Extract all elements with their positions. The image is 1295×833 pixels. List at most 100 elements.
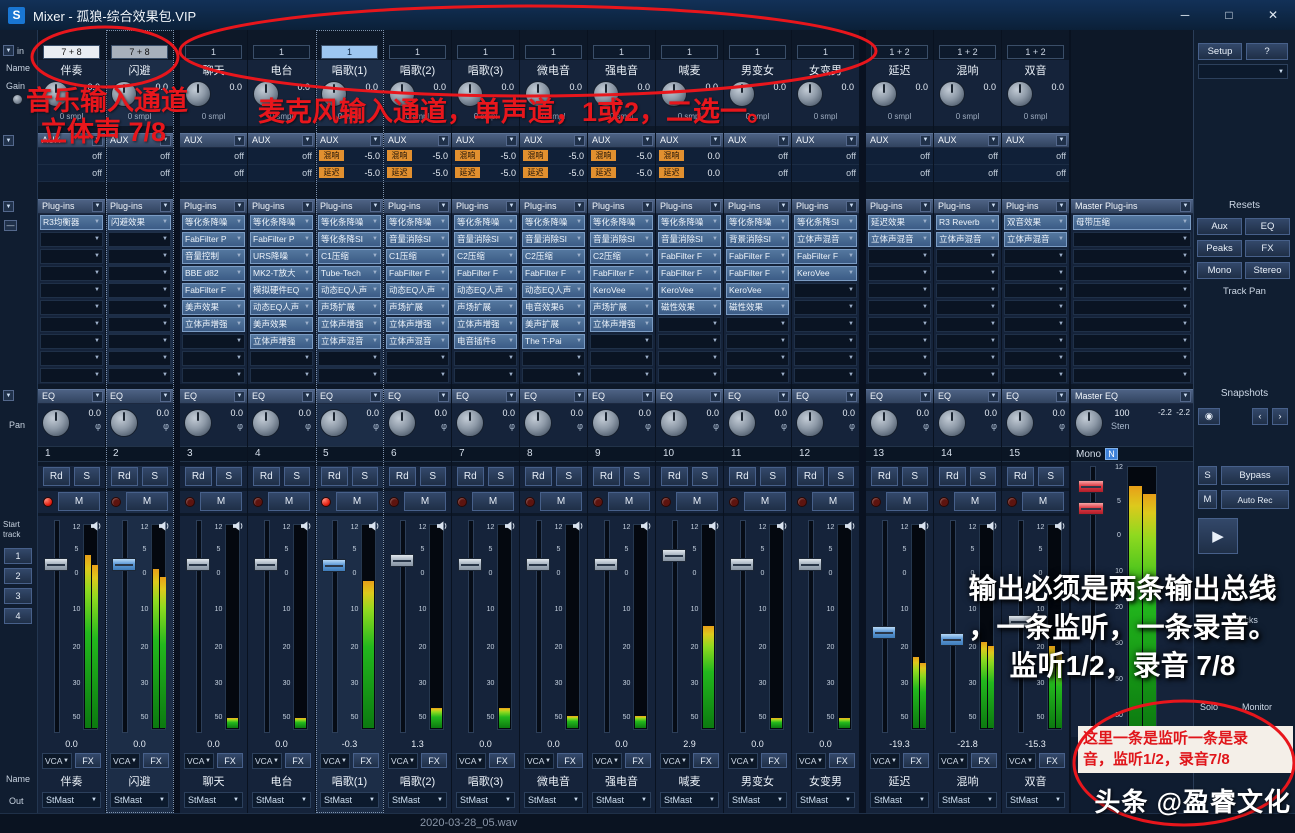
fx-button[interactable]: FX: [217, 753, 243, 769]
plugin-slot[interactable]: 音量消除SI ▼: [590, 231, 653, 247]
plugin-slot-empty[interactable]: ▼: [1073, 282, 1191, 298]
fx-button[interactable]: FX: [353, 753, 379, 769]
aux-send-row[interactable]: off: [180, 164, 247, 182]
plugin-slot-empty[interactable]: ▼: [794, 367, 857, 383]
vca-selector[interactable]: VCA ▼: [592, 753, 622, 769]
plugin-slot[interactable]: MK2-T放大 ▼: [250, 265, 313, 281]
plugin-slot-empty[interactable]: ▼: [868, 265, 931, 281]
plugins-section-header[interactable]: Plug-ins ▼: [724, 198, 791, 214]
phase-button[interactable]: φ: [441, 421, 447, 431]
plugin-slot[interactable]: 立体声增强 ▼: [318, 316, 381, 332]
mute-button[interactable]: M: [336, 492, 378, 512]
minimize-button[interactable]: ─: [1163, 0, 1207, 30]
chevron-down-icon[interactable]: ▼: [438, 134, 449, 146]
aux-section-header[interactable]: AUX ▼: [588, 132, 655, 148]
chevron-down-icon[interactable]: ▼: [988, 134, 999, 146]
plugins-section-header[interactable]: Plug-ins ▼: [934, 198, 1001, 214]
monitor-speaker-icon[interactable]: [987, 518, 998, 536]
chevron-down-icon[interactable]: ▼: [710, 200, 721, 212]
record-arm-button[interactable]: [321, 496, 331, 507]
aux-send-row[interactable]: off: [724, 164, 791, 182]
plugin-slot[interactable]: 美声效果 ▼: [250, 316, 313, 332]
plugin-slot-empty[interactable]: ▼: [40, 299, 103, 315]
plugin-slot[interactable]: 声场扩展 ▼: [386, 299, 449, 315]
plugins-section-header[interactable]: Plug-ins ▼: [180, 198, 247, 214]
mute-button[interactable]: M: [268, 492, 310, 512]
eq-section-header[interactable]: EQ ▼: [588, 388, 655, 404]
plugin-slot[interactable]: 等化条降噪 ▼: [318, 214, 381, 230]
aux-send-row[interactable]: off: [180, 147, 247, 165]
plugin-slot-empty[interactable]: ▼: [40, 248, 103, 264]
volume-fader[interactable]: [42, 516, 70, 738]
aux-send-row[interactable]: off: [1002, 147, 1069, 165]
plugin-slot-empty[interactable]: ▼: [40, 367, 103, 383]
plugin-slot-empty[interactable]: ▼: [182, 333, 245, 349]
solo-button[interactable]: S: [487, 466, 514, 486]
plugin-slot[interactable]: FabFilter F ▼: [182, 282, 245, 298]
record-arm-button[interactable]: [729, 496, 739, 507]
volume-fader[interactable]: [320, 516, 348, 738]
vca-selector[interactable]: VCA ▼: [456, 753, 486, 769]
plugin-slot[interactable]: The T-Pai ▼: [522, 333, 585, 349]
plugin-slot[interactable]: FabFilter F ▼: [794, 248, 857, 264]
monitor-speaker-icon[interactable]: [91, 518, 102, 536]
fx-button[interactable]: FX: [693, 753, 719, 769]
record-arm-button[interactable]: [1007, 496, 1017, 507]
global-solo-button[interactable]: S: [1198, 466, 1217, 485]
monitor-speaker-icon[interactable]: [777, 518, 788, 536]
fader-handle[interactable]: [254, 557, 278, 571]
plugin-slot-empty[interactable]: ▼: [936, 265, 999, 281]
plugin-slot-empty[interactable]: ▼: [868, 333, 931, 349]
plugin-slot-empty[interactable]: ▼: [1073, 316, 1191, 332]
fader-handle[interactable]: [390, 553, 414, 567]
chevron-down-icon[interactable]: ▼: [160, 200, 171, 212]
plugin-slot[interactable]: 等化条降SI ▼: [318, 231, 381, 247]
output-routing[interactable]: StMast ▼: [870, 792, 929, 808]
monitor-speaker-icon[interactable]: [505, 518, 516, 536]
eq-section-header[interactable]: EQ ▼: [520, 388, 587, 404]
plugin-slot-empty[interactable]: ▼: [40, 350, 103, 366]
output-routing[interactable]: StMast ▼: [938, 792, 997, 808]
monitor-speaker-icon[interactable]: [845, 518, 856, 536]
vca-selector[interactable]: VCA ▼: [110, 753, 140, 769]
fx-button[interactable]: FX: [829, 753, 855, 769]
chevron-down-icon[interactable]: ▼: [920, 390, 931, 402]
chevron-down-icon[interactable]: ▼: [506, 134, 517, 146]
vca-selector[interactable]: VCA ▼: [320, 753, 350, 769]
master-n-badge[interactable]: N: [1105, 448, 1119, 461]
plugin-slot[interactable]: Tube-Tech ▼: [318, 265, 381, 281]
plugins-section-header[interactable]: Plug-ins ▼: [452, 198, 519, 214]
read-automation-button[interactable]: Rd: [43, 466, 70, 486]
mute-button[interactable]: M: [812, 492, 854, 512]
volume-fader[interactable]: [592, 516, 620, 738]
volume-fader[interactable]: [660, 516, 688, 738]
fader-handle[interactable]: [798, 557, 822, 571]
plugin-slot-empty[interactable]: ▼: [108, 231, 171, 247]
master-eq-header[interactable]: Master EQ ▼: [1071, 388, 1193, 404]
plugin-slot-empty[interactable]: ▼: [454, 350, 517, 366]
plugins-section-header[interactable]: Plug-ins ▼: [106, 198, 173, 214]
pan-knob[interactable]: [110, 408, 138, 437]
chevron-down-icon[interactable]: ▼: [160, 134, 171, 146]
plugin-slot-empty[interactable]: ▼: [794, 299, 857, 315]
plugin-slot[interactable]: 动态EQ人声 ▼: [386, 282, 449, 298]
aux-send-row[interactable]: 延迟 0.0: [656, 164, 723, 182]
plugin-slot-empty[interactable]: ▼: [936, 350, 999, 366]
phase-button[interactable]: φ: [577, 421, 583, 431]
mute-button[interactable]: M: [744, 492, 786, 512]
plugin-slot[interactable]: URS降噪 ▼: [250, 248, 313, 264]
mute-button[interactable]: M: [126, 492, 168, 512]
reset-fx-button[interactable]: FX: [1245, 240, 1290, 257]
aux-send-row[interactable]: 延迟 -5.0: [588, 164, 655, 182]
plugin-slot-empty[interactable]: ▼: [658, 316, 721, 332]
plugin-slot[interactable]: 等化条降噪 ▼: [182, 214, 245, 230]
aux-send-row[interactable]: off: [792, 147, 859, 165]
chevron-down-icon[interactable]: ▼: [302, 134, 313, 146]
plugin-slot[interactable]: 立体声混音 ▼: [1004, 231, 1067, 247]
solo-button[interactable]: S: [1037, 466, 1064, 486]
plugin-slot-empty[interactable]: ▼: [794, 282, 857, 298]
monitor-speaker-icon[interactable]: [1055, 518, 1066, 536]
plugin-slot-empty[interactable]: ▼: [794, 333, 857, 349]
output-routing[interactable]: StMast ▼: [388, 792, 447, 808]
vca-selector[interactable]: VCA ▼: [524, 753, 554, 769]
